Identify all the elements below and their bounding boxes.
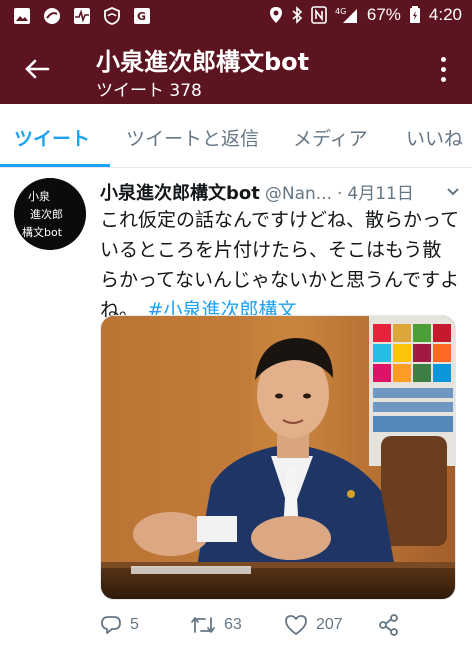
retweet-icon — [191, 617, 215, 633]
arrow-left-icon — [25, 59, 50, 79]
avatar-text-line: 小泉 — [28, 189, 50, 203]
tweet-photo[interactable] — [100, 315, 456, 600]
back-button[interactable] — [22, 54, 52, 84]
avatar-text-line: 構文bot — [22, 225, 63, 239]
tweet-header: 小泉進次郎構文bot @Nan... · 4月11日 — [100, 179, 460, 205]
tweet-count: ツイート 378 — [96, 81, 202, 101]
dot-icon — [440, 76, 446, 82]
tab-media[interactable]: メディア — [293, 124, 368, 151]
app-bar: 小泉進次郎構文bot ツイート 378 — [0, 34, 472, 104]
more-options-button[interactable] — [438, 54, 448, 84]
battery-icon — [409, 6, 421, 24]
tab-tweets-and-replies[interactable]: ツイートと返信 — [126, 124, 259, 151]
reply-button[interactable]: 5 — [100, 614, 139, 636]
clock: 4:20 — [428, 5, 462, 24]
gallery-icon — [12, 6, 32, 26]
dot-icon — [440, 66, 446, 72]
person-photo-image — [101, 316, 455, 599]
nfc-icon — [311, 6, 327, 24]
status-bar: G 4G 67% 4:20 — [0, 0, 472, 34]
tab-likes[interactable]: いいね — [406, 124, 463, 151]
separator: · — [336, 184, 343, 204]
tab-tweets[interactable]: ツイート — [14, 124, 90, 151]
tweet-actions: 5 63 207 — [100, 612, 456, 642]
retweet-button[interactable]: 63 — [190, 614, 242, 636]
tweet-body: これ仮定の話なんですけどね、散らかっているところを片付けたら、そこはもう散らかっ… — [100, 205, 460, 325]
dot-icon — [440, 56, 446, 62]
retweet-count: 63 — [224, 616, 242, 633]
location-icon — [269, 6, 283, 24]
chevron-down-icon — [447, 188, 459, 196]
share-button[interactable] — [378, 614, 400, 636]
profile-tabs: ツイート ツイートと返信 メディア いいね — [0, 104, 472, 168]
translate-icon: G — [132, 6, 152, 26]
network-label: 4G — [335, 7, 346, 16]
active-tab-indicator — [0, 164, 110, 167]
opera-icon — [42, 6, 62, 26]
shield-icon — [102, 6, 122, 26]
avatar[interactable]: 小泉 進次郎 構文bot — [14, 178, 86, 250]
profile-title: 小泉進次郎構文bot — [96, 48, 310, 76]
user-handle[interactable]: @Nan... — [265, 184, 332, 204]
battery-percent: 67% — [366, 5, 401, 24]
pulse-icon — [72, 6, 92, 26]
reply-count: 5 — [130, 616, 139, 633]
svg-text:G: G — [137, 10, 146, 23]
like-count: 207 — [316, 616, 343, 633]
like-button[interactable]: 207 — [284, 614, 343, 636]
display-name[interactable]: 小泉進次郎構文bot — [100, 179, 260, 205]
share-icon — [379, 614, 398, 636]
tweet-menu-button[interactable] — [446, 182, 460, 201]
bluetooth-icon — [291, 6, 303, 24]
tweet-date[interactable]: 4月11日 — [347, 179, 413, 204]
heart-icon — [285, 615, 307, 635]
avatar-text-line: 進次郎 — [30, 207, 63, 221]
reply-icon — [101, 616, 121, 634]
signal-icon: 4G — [335, 6, 359, 24]
